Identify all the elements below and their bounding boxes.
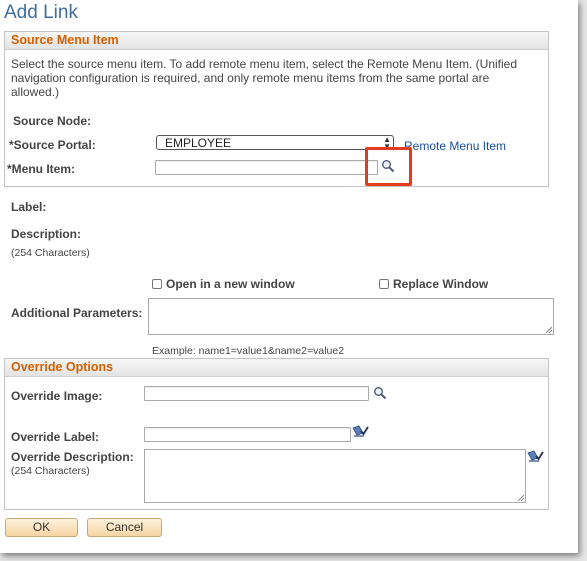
override-description-label: Override Description: — [11, 450, 134, 464]
open-new-window-checkbox[interactable] — [152, 279, 162, 289]
override-image-label: Override Image: — [11, 389, 103, 403]
override-section-header: Override Options — [5, 359, 548, 377]
menu-item-input[interactable] — [155, 160, 378, 175]
remote-menu-item-link[interactable]: Remote Menu Item — [404, 139, 506, 153]
cancel-button[interactable]: Cancel — [87, 518, 162, 537]
override-label-label: Override Label: — [11, 430, 100, 444]
override-description-spellcheck-icon[interactable] — [527, 449, 544, 464]
description-label: Description: — [11, 227, 82, 241]
source-portal-select[interactable]: EMPLOYEE ▲ ▼ — [156, 135, 394, 151]
replace-window-checkbox[interactable] — [379, 279, 389, 289]
resize-grip-icon[interactable] — [517, 494, 524, 501]
resize-grip-icon[interactable] — [545, 326, 552, 333]
add-link-dialog: Add Link Source Menu Item Select the sou… — [0, 0, 578, 553]
source-section-header: Source Menu Item — [5, 32, 548, 50]
description-hint: (254 Characters) — [11, 247, 90, 259]
override-section-title: Override Options — [11, 360, 114, 374]
override-description-textarea[interactable] — [144, 449, 526, 503]
source-portal-value: EMPLOYEE — [165, 136, 232, 150]
additional-parameters-textarea[interactable] — [148, 298, 554, 335]
override-label-spellcheck-icon[interactable] — [352, 424, 369, 439]
example-text: Example: name1=value1&name2=value2 — [152, 345, 345, 357]
override-image-lookup-icon[interactable] — [373, 386, 387, 400]
open-new-window-label: Open in a new window — [166, 277, 295, 291]
menu-item-label: *Menu Item: — [7, 162, 76, 176]
additional-parameters-label: Additional Parameters: — [11, 306, 143, 320]
source-node-label: Source Node: — [13, 114, 92, 128]
label-label: Label: — [11, 200, 47, 214]
source-portal-label: *Source Portal: — [9, 138, 96, 152]
source-instructions: Select the source menu item. To add remo… — [11, 57, 518, 99]
source-section-title: Source Menu Item — [11, 33, 119, 47]
page-title: Add Link — [4, 2, 78, 23]
ok-button[interactable]: OK — [5, 518, 78, 537]
override-description-hint: (254 Characters) — [11, 465, 90, 477]
replace-window-label: Replace Window — [393, 277, 489, 291]
override-label-input[interactable] — [144, 427, 351, 442]
menu-item-lookup-icon[interactable] — [381, 159, 395, 173]
override-image-input[interactable] — [144, 386, 369, 401]
